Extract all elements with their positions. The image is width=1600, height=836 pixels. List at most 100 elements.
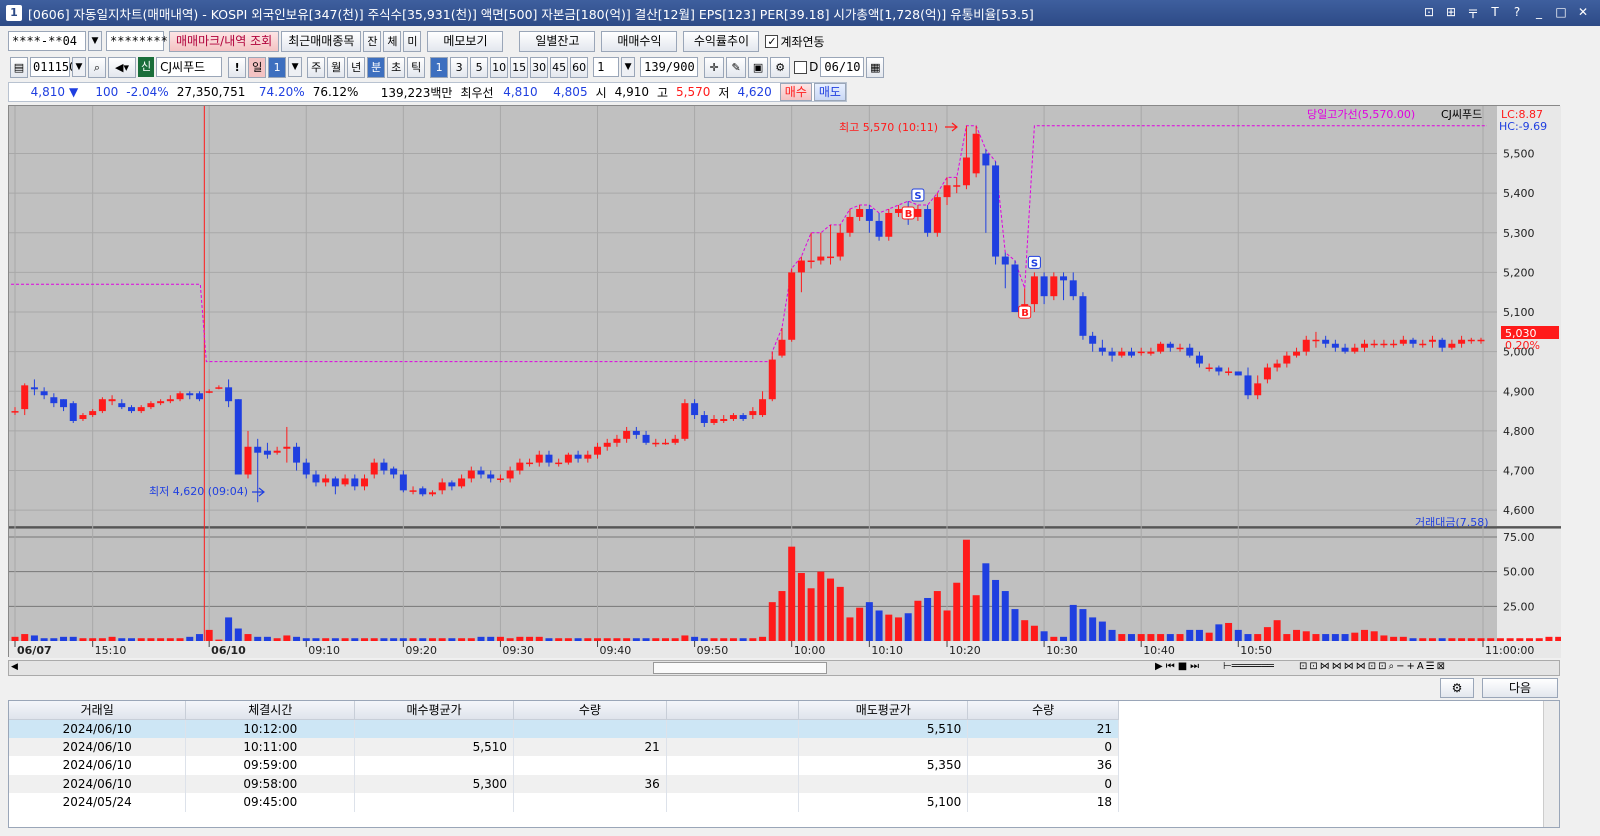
candle xyxy=(11,411,19,413)
volume-bar xyxy=(516,636,524,641)
volume-bar xyxy=(205,629,213,641)
volume-bar xyxy=(128,638,135,641)
trade-amount: 139,223백만 xyxy=(380,85,453,100)
candle xyxy=(623,430,631,439)
draw-icon[interactable]: ✎ xyxy=(726,56,747,78)
alert-icon[interactable]: ! xyxy=(228,56,247,78)
tab-month[interactable]: 월 xyxy=(327,56,346,78)
period-number[interactable]: 1 xyxy=(268,56,287,78)
help-icon[interactable]: ? xyxy=(1508,5,1526,22)
volume-bar xyxy=(1050,636,1058,641)
chevron-down-icon[interactable]: ▼ xyxy=(621,57,636,77)
tab-executed[interactable]: 체 xyxy=(383,30,402,52)
search-icon[interactable]: ⌕ xyxy=(88,56,106,78)
gear-icon[interactable]: ⚙ xyxy=(770,56,791,78)
volume-bar xyxy=(1195,629,1203,641)
minimize-icon[interactable]: _ xyxy=(1530,5,1548,22)
buy-button[interactable]: 매수 xyxy=(779,83,812,101)
count-input[interactable]: 139/900 xyxy=(640,57,699,77)
chart-tool-icons[interactable]: ⊡⊡⋈⋈⋈⋈⊡⊡⌕−+A☰⊠ xyxy=(1299,661,1447,672)
code-search-icon[interactable]: ▤ xyxy=(10,56,28,78)
window-title: [0606] 자동일지차트(매매내역) - KOSPI 외국인보유[347(천)… xyxy=(28,6,1034,22)
chart-scrollbar[interactable]: ◀ ▶⏮■⏭ ⊢═══════ ⊡⊡⋈⋈⋈⋈⊡⊡⌕−+A☰⊠ xyxy=(8,660,1560,676)
minute-3[interactable]: 3 xyxy=(450,56,469,78)
minute-45[interactable]: 45 xyxy=(550,56,569,78)
save-icon[interactable]: ▣ xyxy=(748,56,769,78)
candle xyxy=(836,232,844,257)
tab-minute[interactable]: 분 xyxy=(367,56,386,78)
scroll-left-icon[interactable]: ◀ xyxy=(11,662,18,672)
maximize-icon[interactable]: □ xyxy=(1552,5,1570,22)
volume-bar xyxy=(312,638,320,641)
volume-bar xyxy=(1302,631,1310,641)
screen-icon[interactable]: ⊞ xyxy=(1442,5,1460,22)
check-icon[interactable]: ✓ xyxy=(765,34,779,48)
table-row[interactable]: 2024/06/10 10:12:00 5,510 21 xyxy=(9,719,1119,738)
next-button[interactable]: 다음 xyxy=(1482,678,1558,698)
table-row[interactable]: 2024/06/10 09:59:00 5,350 36 xyxy=(9,756,1119,775)
volume-bar xyxy=(729,638,737,641)
trade-profit-button[interactable]: 매매수익 xyxy=(601,30,678,52)
code-input[interactable]: 011150 xyxy=(30,57,76,77)
col-date[interactable]: 거래일 xyxy=(9,701,187,720)
col-buy-avg[interactable]: 매수평균가 xyxy=(354,701,514,720)
date-checkbox[interactable] xyxy=(794,60,808,74)
minute-10[interactable]: 10 xyxy=(490,56,509,78)
crosshair-icon[interactable]: ✛ xyxy=(704,56,725,78)
table-scrollbar[interactable] xyxy=(1543,701,1559,827)
link-icon[interactable]: ⊡ xyxy=(1420,5,1438,22)
password-input[interactable]: ******** xyxy=(106,31,168,51)
chevron-down-icon[interactable]: ▼ xyxy=(72,57,86,77)
table-row[interactable]: 2024/06/10 10:11:00 5,510 21 0 xyxy=(9,737,1119,756)
minute-30[interactable]: 30 xyxy=(530,56,549,78)
close-icon[interactable]: ✕ xyxy=(1574,5,1592,22)
volume-bar xyxy=(739,638,747,641)
date-input[interactable]: 06/10 xyxy=(820,57,865,77)
candlestick-chart[interactable]: 5,5005,4005,3005,2005,1005,0004,9004,800… xyxy=(9,106,1600,658)
volume-bar xyxy=(1176,634,1184,641)
scroll-thumb[interactable] xyxy=(653,662,827,674)
memo-button[interactable]: 메모보기 xyxy=(427,30,504,52)
volume-bar xyxy=(1205,632,1213,641)
col-sell-qty[interactable]: 수량 xyxy=(967,701,1119,720)
calendar-icon[interactable]: ▦ xyxy=(866,56,885,78)
table-row[interactable]: 2024/06/10 09:58:00 5,300 36 0 xyxy=(9,774,1119,793)
mark-query-button[interactable]: 매매마크/내역 조회 xyxy=(169,30,280,52)
tab-week[interactable]: 주 xyxy=(307,56,326,78)
account-link-checkbox[interactable]: ✓ 계좌연동 xyxy=(765,33,825,50)
minute-60[interactable]: 60 xyxy=(570,56,589,78)
speaker-icon[interactable]: ◀▾ xyxy=(108,56,136,78)
col-sell-avg[interactable]: 매도평균가 xyxy=(798,701,969,720)
sell-button[interactable]: 매도 xyxy=(813,83,846,101)
chart-area[interactable]: 5,500 5,400 5,300 5,200 5,100 5,000 4,900 4,800… xyxy=(8,105,1600,658)
col-buy-qty[interactable]: 수량 xyxy=(513,701,667,720)
candle xyxy=(1438,339,1446,348)
tab-year[interactable]: 년 xyxy=(347,56,366,78)
tab-balance[interactable]: 잔 xyxy=(363,30,382,52)
table-row[interactable]: 2024/05/24 09:45:00 5,100 18 xyxy=(9,793,1119,812)
volume-bar xyxy=(1516,638,1524,641)
multiplier-input[interactable]: 1 xyxy=(593,57,620,77)
settings-gear-icon[interactable]: ⚙ xyxy=(1440,678,1474,698)
table-cell: 21 xyxy=(967,719,1119,738)
pin-icon[interactable]: 〒 xyxy=(1464,5,1482,22)
table-cell: 2024/06/10 xyxy=(9,774,187,793)
tab-second[interactable]: 초 xyxy=(387,56,406,78)
chevron-down-icon[interactable]: ▼ xyxy=(288,57,303,77)
minute-15[interactable]: 15 xyxy=(510,56,529,78)
minute-5[interactable]: 5 xyxy=(470,56,489,78)
playback-controls[interactable]: ▶⏮■⏭ xyxy=(1155,661,1202,672)
volume-bar xyxy=(496,636,504,641)
profit-rate-button[interactable]: 수익률추이 xyxy=(683,30,760,52)
tab-day[interactable]: 일 xyxy=(248,56,267,78)
tab-tick[interactable]: 틱 xyxy=(407,56,426,78)
chevron-down-icon[interactable]: ▼ xyxy=(88,31,102,51)
font-icon[interactable]: T xyxy=(1486,5,1504,22)
minute-1[interactable]: 1 xyxy=(430,56,449,78)
recent-items-button[interactable]: 최근매매종목 xyxy=(281,30,362,52)
daily-balance-button[interactable]: 일별잔고 xyxy=(519,30,596,52)
tab-pending[interactable]: 미 xyxy=(403,30,422,52)
account-input[interactable]: ****-**04 xyxy=(8,31,86,51)
col-time[interactable]: 체결시간 xyxy=(185,701,356,720)
zoom-slider[interactable]: ⊢═══════ xyxy=(1223,661,1274,672)
